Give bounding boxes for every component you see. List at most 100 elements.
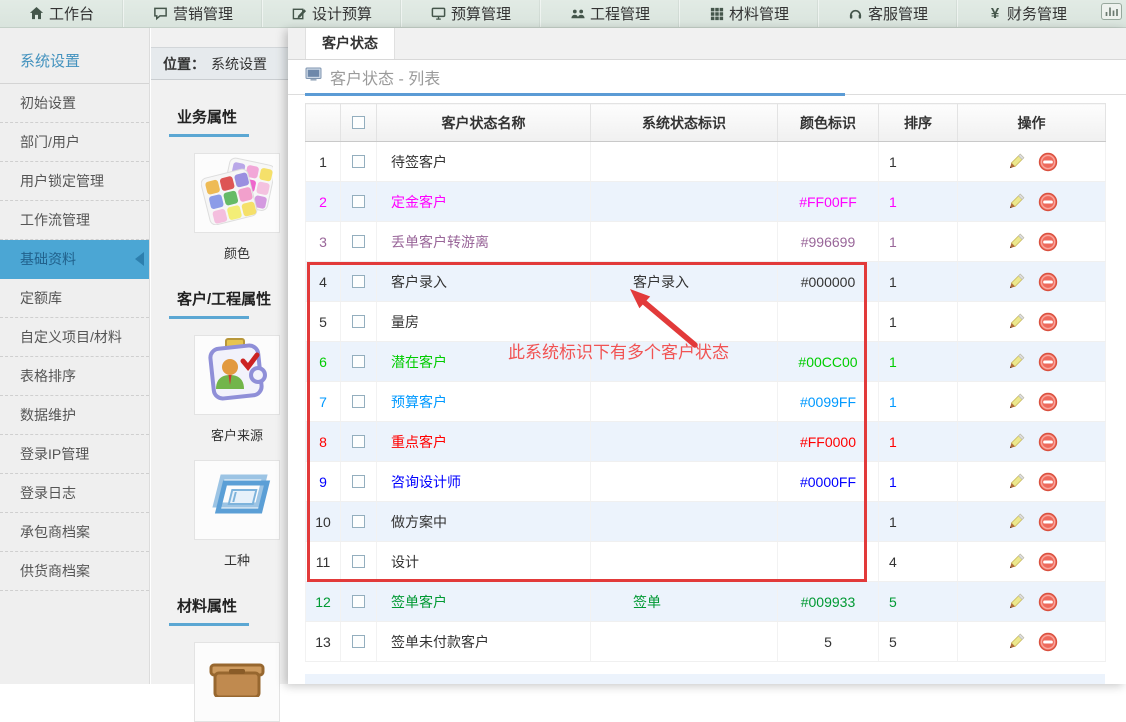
status-name-cell: 咨询设计师	[377, 462, 591, 502]
edit-pencil-icon[interactable]	[1006, 432, 1026, 452]
edit-pencil-icon[interactable]	[1006, 152, 1026, 172]
sidebar-item-table-sort[interactable]: 表格排序	[0, 357, 149, 396]
delete-icon[interactable]	[1038, 352, 1058, 372]
sidebar-item-login-log[interactable]: 登录日志	[0, 474, 149, 513]
sidebar-item-initial-settings[interactable]: 初始设置	[0, 84, 149, 123]
header-color-flag: 颜色标识	[778, 104, 879, 142]
row-checkbox[interactable]	[352, 555, 365, 568]
sidebar-item-basic-data[interactable]: 基础资料	[0, 240, 149, 279]
sort-cell: 1	[879, 462, 958, 502]
select-all-checkbox[interactable]	[352, 116, 365, 129]
table-row-2: 2定金客户#FF00FF1	[306, 182, 1106, 222]
tab-customer-status[interactable]: 客户状态	[305, 28, 395, 59]
edit-pencil-icon[interactable]	[1006, 232, 1026, 252]
operations-cell	[958, 422, 1106, 462]
edit-pencil-icon[interactable]	[1006, 272, 1026, 292]
row-checkbox[interactable]	[352, 595, 365, 608]
sidebar-item-user-lock[interactable]: 用户锁定管理	[0, 162, 149, 201]
row-number-cell: 3	[306, 222, 341, 262]
sidebar-item-login-ip[interactable]: 登录IP管理	[0, 435, 149, 474]
system-flag-cell	[591, 222, 778, 262]
section-title: 材料属性	[177, 595, 288, 616]
sidebar-item-supplier-files[interactable]: 供货商档案	[0, 552, 149, 591]
delete-icon[interactable]	[1038, 312, 1058, 332]
nav-item-budget[interactable]: 预算管理	[401, 0, 540, 27]
nav-item-finance[interactable]: ¥财务管理	[957, 0, 1096, 27]
row-checkbox[interactable]	[352, 195, 365, 208]
chat-icon	[153, 6, 169, 22]
delete-icon[interactable]	[1038, 592, 1058, 612]
sidebar-item-quota-library[interactable]: 定额库	[0, 279, 149, 318]
sidebar-item-contractor-files[interactable]: 承包商档案	[0, 513, 149, 552]
edit-pencil-icon[interactable]	[1006, 352, 1026, 372]
system-flag-cell	[591, 302, 778, 342]
nav-item-marketing[interactable]: 营销管理	[123, 0, 262, 27]
delete-icon[interactable]	[1038, 552, 1058, 572]
row-checkbox[interactable]	[352, 635, 365, 648]
edit-pencil-icon[interactable]	[1006, 592, 1026, 612]
delete-icon[interactable]	[1038, 632, 1058, 652]
edit-pencil-icon[interactable]	[1006, 392, 1026, 412]
row-checkbox[interactable]	[352, 515, 365, 528]
nav-item-service[interactable]: 客服管理	[818, 0, 957, 27]
edit-pencil-icon[interactable]	[1006, 472, 1026, 492]
color-flag-cell: #FF00FF	[778, 182, 879, 222]
table-row-7: 7预算客户#0099FF1	[306, 382, 1106, 422]
sidebar-item-dept-users[interactable]: 部门/用户	[0, 123, 149, 162]
main-panel: 客户状态 客户状态 - 列表 客户状态名称 系统状态标识 颜色标识 排序 操作 …	[288, 28, 1126, 684]
row-number-cell: 9	[306, 462, 341, 502]
edit-pencil-icon[interactable]	[1006, 192, 1026, 212]
row-checkbox[interactable]	[352, 475, 365, 488]
table-row-4: 4客户录入客户录入#0000001	[306, 262, 1106, 302]
nav-item-workbench[interactable]: 工作台	[0, 0, 123, 27]
sidebar-item-custom-items[interactable]: 自定义项目/材料	[0, 318, 149, 357]
table-row-5: 5量房1	[306, 302, 1106, 342]
status-name-cell: 客户录入	[377, 262, 591, 302]
row-checkbox[interactable]	[352, 395, 365, 408]
edit-pencil-icon[interactable]	[1006, 512, 1026, 532]
palette-icon	[201, 157, 273, 230]
nav-item-project[interactable]: 工程管理	[540, 0, 679, 27]
delete-icon[interactable]	[1038, 232, 1058, 252]
edit-pencil-icon[interactable]	[1006, 632, 1026, 652]
row-checkbox[interactable]	[352, 355, 365, 368]
color-flag-cell: #0000FF	[778, 462, 879, 502]
system-flag-cell: 客户录入	[591, 262, 778, 302]
row-checkbox-cell	[341, 422, 377, 462]
delete-icon[interactable]	[1038, 432, 1058, 452]
sidebar-item-data-maintenance[interactable]: 数据维护	[0, 396, 149, 435]
tile-color[interactable]	[194, 153, 280, 233]
sort-cell: 1	[879, 302, 958, 342]
tile-customer-source[interactable]	[194, 335, 280, 415]
tile-work-type[interactable]	[194, 460, 280, 540]
row-checkbox[interactable]	[352, 435, 365, 448]
row-checkbox[interactable]	[352, 315, 365, 328]
nav-chart-button[interactable]	[1096, 0, 1126, 27]
edit-pencil-icon[interactable]	[1006, 552, 1026, 572]
table-row-10: 10做方案中1	[306, 502, 1106, 542]
row-checkbox[interactable]	[352, 155, 365, 168]
operations-cell	[958, 142, 1106, 182]
operations-cell	[958, 502, 1106, 542]
sidebar-item-workflow[interactable]: 工作流管理	[0, 201, 149, 240]
sort-cell: 4	[879, 542, 958, 582]
row-checkbox[interactable]	[352, 275, 365, 288]
sort-cell: 1	[879, 382, 958, 422]
delete-icon[interactable]	[1038, 152, 1058, 172]
nav-item-design-budget[interactable]: 设计预算	[262, 0, 401, 27]
delete-icon[interactable]	[1038, 192, 1058, 212]
sort-cell: 1	[879, 142, 958, 182]
row-checkbox[interactable]	[352, 235, 365, 248]
delete-icon[interactable]	[1038, 272, 1058, 292]
breadcrumb: 位置： 系统设置	[151, 47, 288, 80]
edit-pencil-icon[interactable]	[1006, 312, 1026, 332]
delete-icon[interactable]	[1038, 392, 1058, 412]
tile-material-box[interactable]	[194, 642, 280, 722]
delete-icon[interactable]	[1038, 512, 1058, 532]
row-checkbox-cell	[341, 502, 377, 542]
delete-icon[interactable]	[1038, 472, 1058, 492]
color-flag-cell: #00CC00	[778, 342, 879, 382]
row-checkbox-cell	[341, 582, 377, 622]
edit-icon	[292, 6, 308, 22]
nav-item-material[interactable]: 材料管理	[679, 0, 818, 27]
